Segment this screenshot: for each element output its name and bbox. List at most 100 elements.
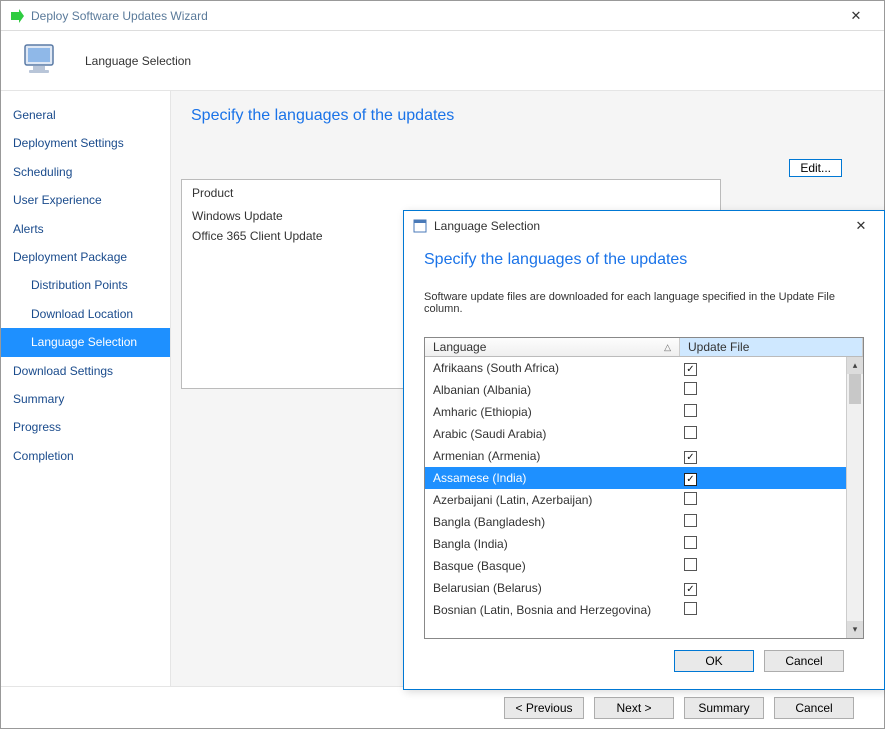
update-file-checkbox[interactable] [684,426,697,439]
dialog-body: Specify the languages of the updates Sof… [404,241,884,689]
sidebar-item-general[interactable]: General [1,101,170,129]
header-band: Language Selection [1,31,884,91]
language-row[interactable]: Bangla (Bangladesh) [425,511,846,533]
language-list: Afrikaans (South Africa) Albanian (Albani… [425,357,846,638]
language-name: Armenian (Armenia) [425,449,680,463]
sidebar-item-download-settings[interactable]: Download Settings [1,357,170,385]
product-column-header[interactable]: Product [182,180,720,206]
update-file-checkbox[interactable] [684,473,697,486]
scrollbar-thumb[interactable] [849,374,861,404]
language-row[interactable]: Amharic (Ethiopia) [425,401,846,423]
sidebar-item-completion[interactable]: Completion [1,442,170,470]
scroll-down-icon[interactable]: ▾ [847,621,863,638]
main-heading: Specify the languages of the updates [191,107,872,125]
update-file-checkbox[interactable] [684,382,697,395]
update-file-checkbox[interactable] [684,451,697,464]
update-file-cell [680,471,846,486]
dialog-cancel-button[interactable]: Cancel [764,650,844,672]
language-name: Afrikaans (South Africa) [425,361,680,375]
dialog-heading: Specify the languages of the updates [424,251,864,269]
previous-button[interactable]: < Previous [504,697,584,719]
sidebar-item-user-experience[interactable]: User Experience [1,186,170,214]
language-name: Bangla (Bangladesh) [425,515,680,529]
sidebar-item-distribution-points[interactable]: Distribution Points [1,271,170,299]
update-file-cell [680,382,846,398]
update-file-cell [680,426,846,442]
column-header-update-file[interactable]: Update File [680,338,863,356]
sidebar-item-deployment-package[interactable]: Deployment Package [1,243,170,271]
language-row[interactable]: Basque (Basque) [425,555,846,577]
language-name: Azerbaijani (Latin, Azerbaijan) [425,493,680,507]
language-row[interactable]: Assamese (India) [425,467,846,489]
close-icon[interactable]: ✕ [836,2,876,30]
page-title: Language Selection [85,54,191,68]
language-row[interactable]: Azerbaijani (Latin, Azerbaijan) [425,489,846,511]
update-file-cell [680,404,846,420]
computer-icon [17,37,65,85]
window-title: Deploy Software Updates Wizard [31,9,836,23]
cancel-button[interactable]: Cancel [774,697,854,719]
column-label-update-file: Update File [688,340,749,354]
summary-button[interactable]: Summary [684,697,764,719]
vertical-scrollbar[interactable]: ▴ ▾ [846,357,863,638]
update-file-cell [680,449,846,464]
sidebar-item-language-selection[interactable]: Language Selection [1,328,170,356]
dialog-instruction: Software update files are downloaded for… [424,291,864,315]
wizard-footer: < Previous Next > Summary Cancel [1,686,884,728]
column-label-language: Language [433,340,486,354]
sidebar-item-alerts[interactable]: Alerts [1,215,170,243]
column-header-language[interactable]: Language △ [425,338,680,356]
language-table: Language △ Update File Afrikaans (South … [424,337,864,639]
update-file-checkbox[interactable] [684,514,697,527]
wizard-sidebar: GeneralDeployment SettingsSchedulingUser… [1,91,171,686]
titlebar: Deploy Software Updates Wizard ✕ [1,1,884,31]
language-name: Bosnian (Latin, Bosnia and Herzegovina) [425,603,680,617]
language-name: Amharic (Ethiopia) [425,405,680,419]
dialog-footer: OK Cancel [424,639,864,683]
update-file-cell [680,558,846,574]
update-file-checkbox[interactable] [684,558,697,571]
update-file-cell [680,602,846,618]
language-name: Arabic (Saudi Arabia) [425,427,680,441]
update-file-checkbox[interactable] [684,602,697,615]
dialog-title: Language Selection [434,219,846,233]
sort-ascending-icon: △ [664,342,671,353]
language-selection-dialog: Language Selection ✕ Specify the languag… [403,210,885,690]
language-row[interactable]: Arabic (Saudi Arabia) [425,423,846,445]
sidebar-item-download-location[interactable]: Download Location [1,300,170,328]
next-button[interactable]: Next > [594,697,674,719]
sidebar-item-scheduling[interactable]: Scheduling [1,158,170,186]
update-file-cell [680,581,846,596]
dialog-titlebar: Language Selection ✕ [404,211,884,241]
language-name: Belarusian (Belarus) [425,581,680,595]
language-row[interactable]: Belarusian (Belarus) [425,577,846,599]
update-file-cell [680,536,846,552]
scroll-up-icon[interactable]: ▴ [847,357,863,374]
language-name: Albanian (Albania) [425,383,680,397]
edit-button[interactable]: Edit... [789,159,842,177]
language-row[interactable]: Armenian (Armenia) [425,445,846,467]
language-table-header: Language △ Update File [425,338,863,357]
update-file-checkbox[interactable] [684,583,697,596]
update-file-cell [680,361,846,376]
dialog-icon [412,218,428,234]
update-file-cell [680,492,846,508]
sidebar-item-summary[interactable]: Summary [1,385,170,413]
update-file-checkbox[interactable] [684,492,697,505]
language-name: Basque (Basque) [425,559,680,573]
sidebar-item-deployment-settings[interactable]: Deployment Settings [1,129,170,157]
language-row[interactable]: Bangla (India) [425,533,846,555]
language-row[interactable]: Bosnian (Latin, Bosnia and Herzegovina) [425,599,846,621]
close-icon[interactable]: ✕ [846,212,876,240]
scrollbar-track[interactable] [847,374,863,621]
language-name: Bangla (India) [425,537,680,551]
update-file-checkbox[interactable] [684,536,697,549]
language-row[interactable]: Afrikaans (South Africa) [425,357,846,379]
language-row[interactable]: Albanian (Albania) [425,379,846,401]
ok-button[interactable]: OK [674,650,754,672]
update-file-checkbox[interactable] [684,363,697,376]
update-file-checkbox[interactable] [684,404,697,417]
sidebar-item-progress[interactable]: Progress [1,413,170,441]
language-name: Assamese (India) [425,471,680,485]
deploy-icon [9,8,25,24]
